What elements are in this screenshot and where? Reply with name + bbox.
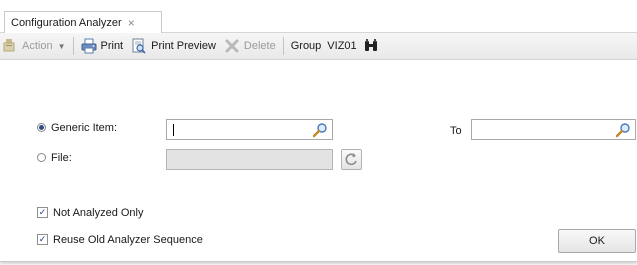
ok-button[interactable]: OK — [558, 229, 636, 253]
group-value[interactable]: VIZ01 — [325, 35, 386, 57]
reuse-sequence-checkbox[interactable]: ✓ — [37, 234, 48, 245]
to-label: To — [450, 125, 462, 137]
toolbar: Action ▼ Print Print Preview Delete Grou… — [0, 33, 637, 60]
tab-strip: Configuration Analyzer × — [0, 0, 637, 34]
to-search-icon[interactable] — [615, 122, 631, 138]
group-label: Group — [290, 40, 322, 52]
file-label: File: — [51, 152, 72, 164]
generic-item-input[interactable] — [166, 119, 333, 140]
folder-refresh-icon — [344, 152, 359, 170]
toolbar-separator — [72, 37, 74, 55]
print-button[interactable]: Print — [77, 35, 128, 57]
toolbar-separator — [282, 37, 284, 55]
to-input[interactable] — [471, 119, 636, 140]
print-preview-icon — [131, 38, 147, 54]
binoculars-icon[interactable] — [363, 38, 379, 54]
action-label: Action — [22, 40, 53, 52]
chevron-down-icon: ▼ — [57, 41, 66, 51]
not-analyzed-only-checkbox[interactable]: ✓ — [37, 207, 48, 218]
print-preview-button[interactable]: Print Preview — [127, 35, 220, 57]
file-radio[interactable] — [37, 153, 46, 162]
generic-item-search-icon[interactable] — [312, 122, 328, 138]
print-label: Print — [100, 40, 124, 52]
configuration-analyzer-window: Configuration Analyzer × Action ▼ Print … — [0, 0, 637, 262]
tab-close-icon[interactable]: × — [128, 17, 135, 29]
tab-configuration-analyzer[interactable]: Configuration Analyzer × — [4, 11, 162, 34]
file-input[interactable] — [166, 149, 333, 170]
generic-item-label: Generic Item: — [51, 122, 118, 134]
printer-icon — [81, 38, 97, 54]
reuse-sequence-label: Reuse Old Analyzer Sequence — [53, 234, 203, 246]
delete-label: Delete — [243, 40, 276, 52]
delete-button[interactable]: Delete — [220, 35, 280, 57]
text-cursor — [173, 124, 174, 136]
generic-item-radio[interactable] — [37, 123, 46, 132]
action-icon — [2, 38, 18, 54]
print-preview-label: Print Preview — [151, 40, 216, 52]
tab-title: Configuration Analyzer — [11, 17, 122, 29]
delete-x-icon — [224, 38, 240, 54]
action-menu-button[interactable]: Action ▼ — [0, 35, 70, 57]
not-analyzed-only-label: Not Analyzed Only — [53, 207, 144, 219]
file-browse-button[interactable] — [341, 149, 362, 170]
